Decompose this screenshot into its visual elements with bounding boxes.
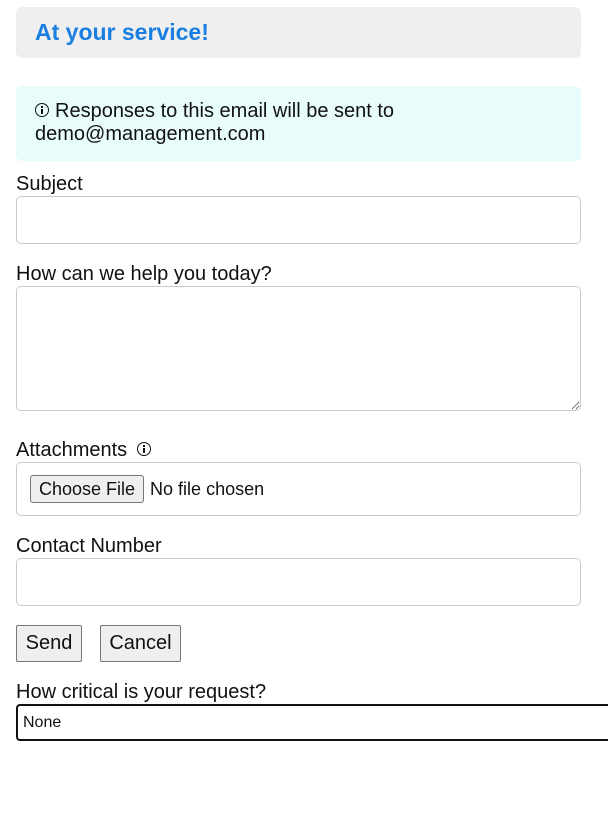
cancel-button[interactable]: Cancel	[100, 625, 181, 662]
message-textarea[interactable]	[16, 286, 581, 411]
info-icon	[35, 103, 49, 117]
notice-box: Responses to this email will be sent to …	[16, 86, 581, 161]
notice-text: Responses to this email will be sent to …	[35, 100, 395, 145]
page-header: At your service!	[16, 7, 581, 58]
attachments-label-text: Attachments	[16, 439, 128, 461]
priority-label: How critical is your request?	[16, 681, 267, 703]
send-button[interactable]: Send	[16, 625, 82, 662]
attachments-label: Attachments	[16, 438, 151, 462]
page-title: At your service!	[35, 19, 209, 45]
attachments-field: Choose File No file chosen	[16, 462, 581, 516]
subject-input[interactable]	[16, 196, 581, 244]
priority-selected-value: None	[23, 713, 62, 731]
priority-select[interactable]: None	[16, 704, 608, 741]
message-label: How can we help you today?	[16, 263, 272, 285]
contact-number-input[interactable]	[16, 558, 581, 606]
choose-file-button[interactable]: Choose File	[30, 475, 145, 503]
contact-label: Contact Number	[16, 535, 162, 557]
attachments-info-icon[interactable]	[136, 442, 151, 456]
file-status: No file chosen	[150, 478, 265, 499]
subject-label: Subject	[16, 173, 83, 195]
